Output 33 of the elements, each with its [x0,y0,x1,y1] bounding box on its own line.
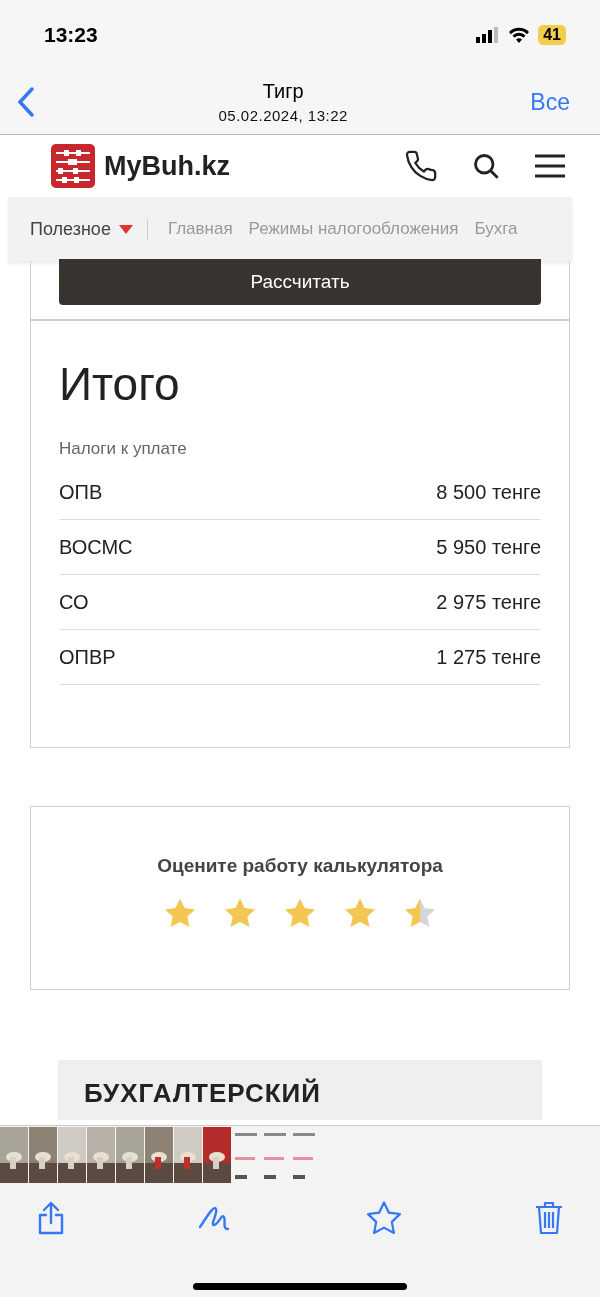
menu-icon[interactable] [534,154,566,178]
signal-icon [476,27,501,43]
delete-button[interactable] [534,1201,564,1235]
tax-name: СО [59,590,89,614]
calculate-button[interactable]: Рассчитать [59,259,541,305]
star-rating[interactable] [163,897,437,929]
tax-amount: 8 500 тенге [436,480,541,504]
all-link[interactable]: Все [530,88,570,116]
search-icon[interactable] [472,152,500,180]
tax-amount: 1 275 тенге [436,645,541,669]
tax-name: ОПВ [59,480,103,504]
result-title: Итого [59,357,181,411]
back-icon[interactable] [16,86,36,118]
result-subtitle: Налоги к уплате [59,439,188,459]
battery-level: 41 [538,25,566,45]
tax-name: ВОСМС [59,535,133,559]
tax-name: ОПВР [59,645,116,669]
favorite-button[interactable] [366,1201,402,1235]
photo-date: 05.02.2024, 13:22 [218,107,348,124]
caret-icon [118,224,133,234]
status-time: 13:23 [44,23,98,47]
phone-icon[interactable] [404,149,438,183]
wifi-icon [508,27,531,43]
site-logo[interactable]: MyBuh.kz [104,150,404,182]
tax-amount: 2 975 тенге [436,590,541,614]
share-button[interactable] [36,1201,66,1235]
abacus-icon [50,143,96,189]
rating-title: Оцените работу калькулятора [157,855,443,877]
banner-title: БУХГАЛТЕРСКИЙ [84,1078,321,1109]
tax-amount: 5 950 тенге [436,535,541,559]
menu-dropdown[interactable]: Полезное [30,218,148,240]
photo-title: Тигр [262,80,304,103]
promo-banner[interactable]: БУХГАЛТЕРСКИЙ [58,1060,542,1120]
